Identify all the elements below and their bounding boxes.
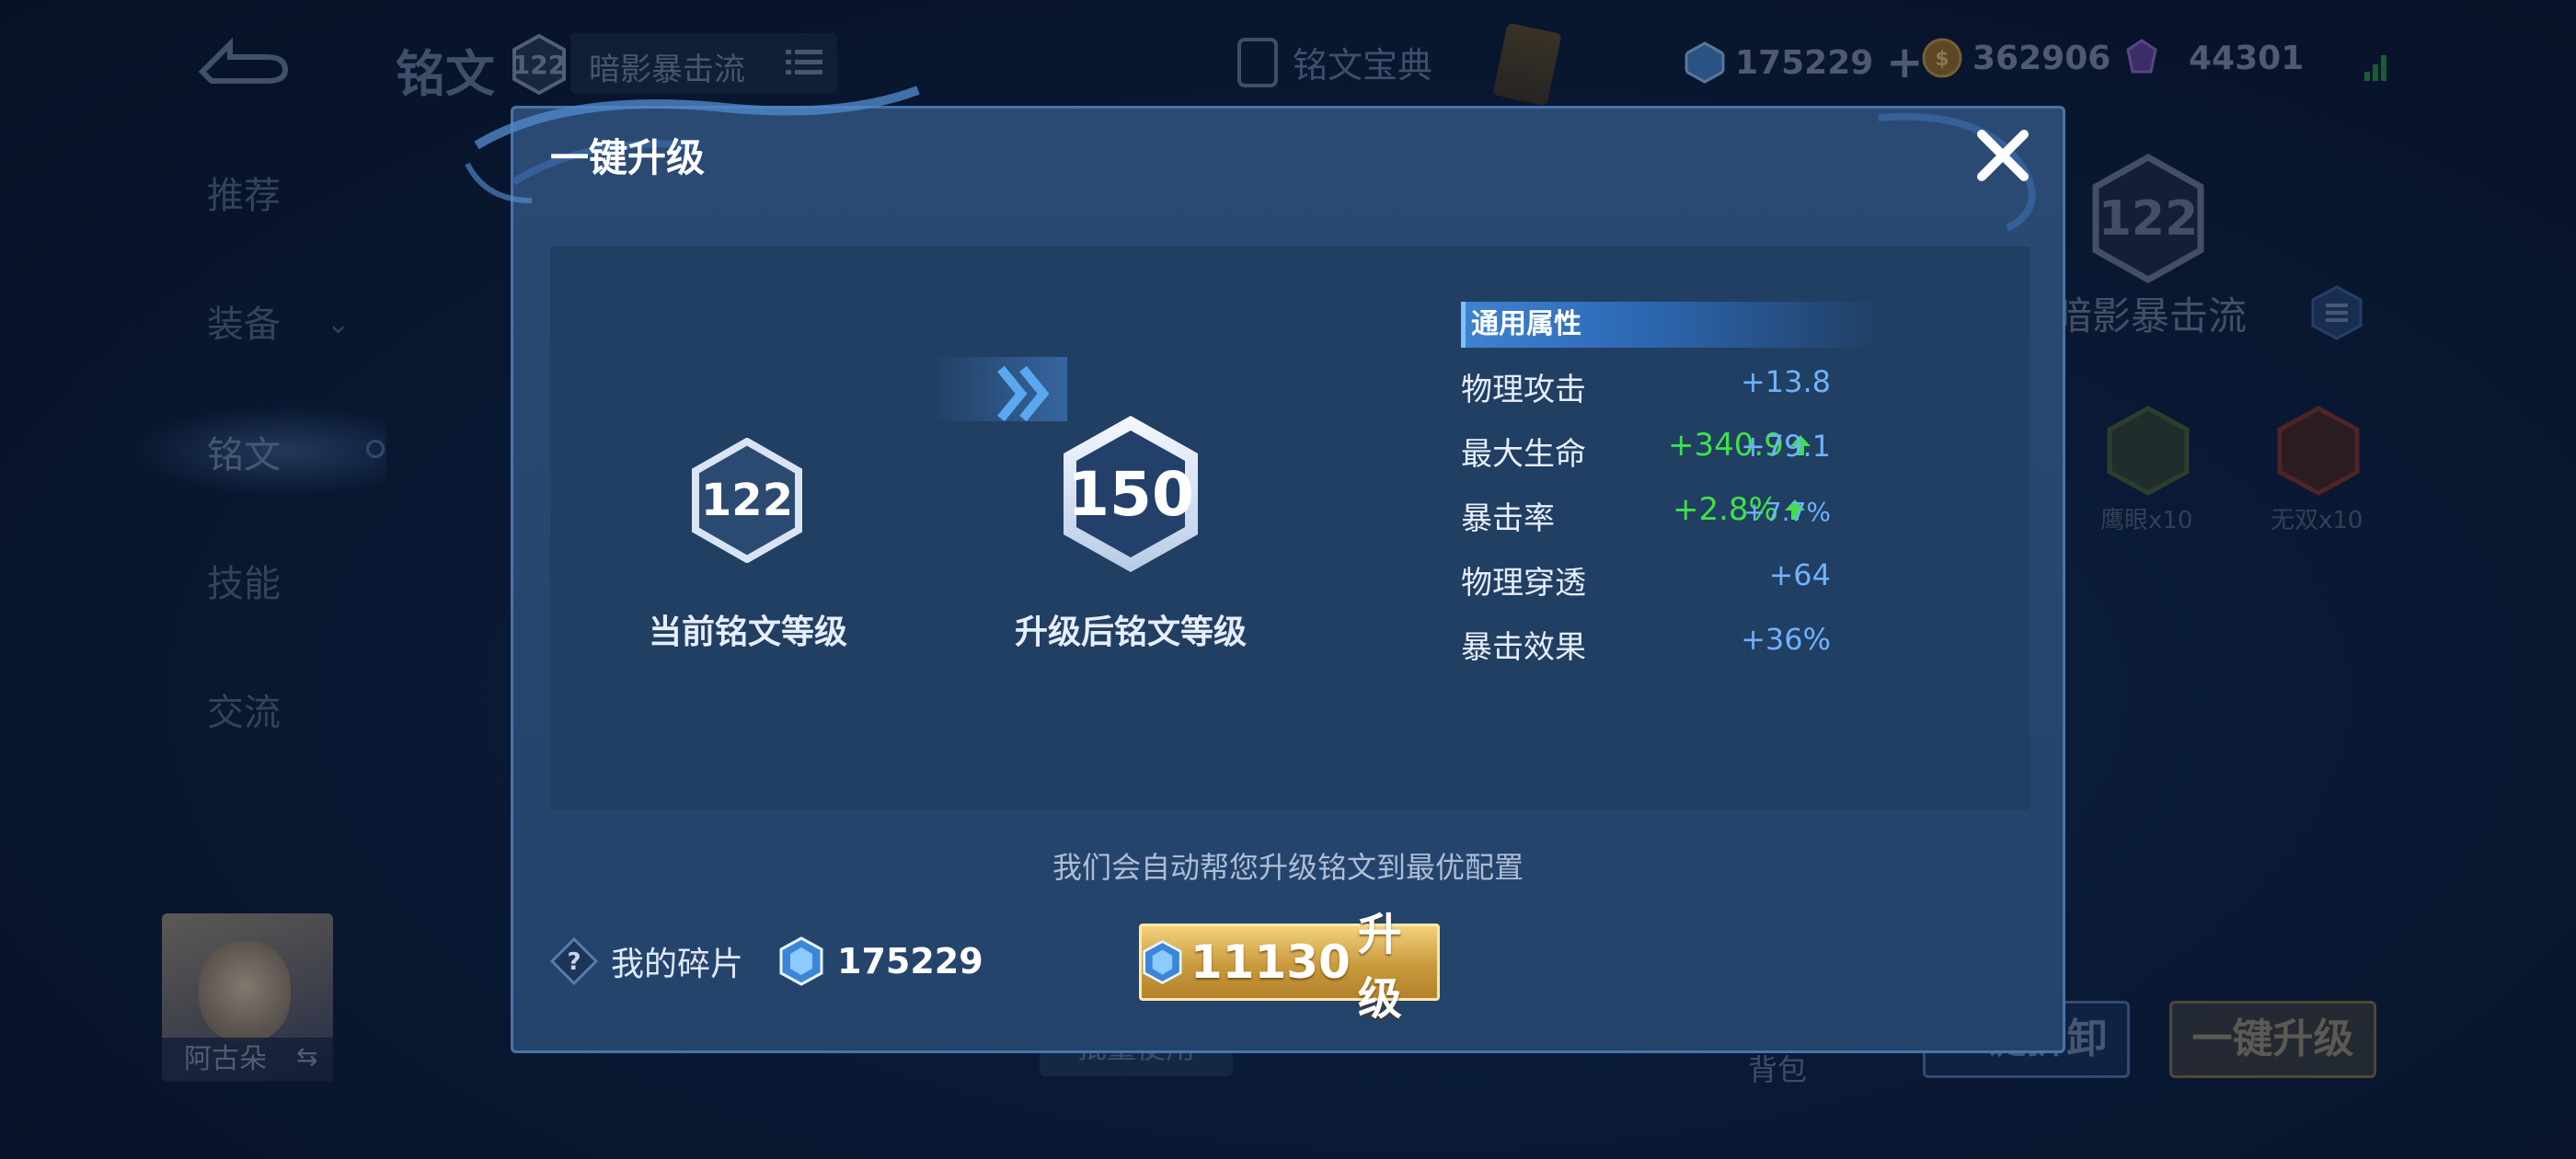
stat-value: +7.7% (1743, 497, 1831, 527)
current-level-number: 122 (700, 475, 794, 526)
current-level-badge: 122 (690, 437, 804, 564)
stat-value: +13.8 (1740, 364, 1831, 399)
shards-label: 我的碎片 (611, 946, 744, 983)
shards-value: 175229 (837, 941, 983, 981)
upgrade-dialog: 一键升级 122 当前铭文等级 150 升级后铭文等级 通用属性 物理攻击 +1… (465, 86, 2065, 1053)
stat-name: 最大生命 (1461, 436, 1586, 473)
stat-value: +79.1 (1740, 429, 1831, 464)
upgrade-cost: 11130 (1190, 935, 1351, 989)
stat-row: 暴击率 +2.8% +7.7% (1461, 489, 1976, 537)
next-level-label: 升级后铭文等级 (1014, 614, 1247, 651)
stat-name: 物理穿透 (1461, 565, 1586, 602)
next-level-number: 150 (1067, 458, 1194, 530)
upgrade-label: 升级 (1357, 909, 1402, 1025)
stat-name: 暴击率 (1461, 500, 1555, 537)
close-icon[interactable] (1971, 123, 2035, 188)
stat-row: 物理穿透 +64 (1461, 554, 1976, 602)
stat-row: 最大生命 +340.9 +79.1 (1461, 425, 1976, 473)
help-icon[interactable]: ? (550, 937, 598, 985)
stat-row: 物理攻击 +13.8 (1461, 361, 1976, 408)
stat-value: +64 (1768, 557, 1831, 592)
stats-header: 通用属性 (1461, 302, 1884, 348)
stat-value: +36% (1741, 622, 1831, 657)
upgrade-info-panel: 122 当前铭文等级 150 升级后铭文等级 通用属性 物理攻击 +13.8 最… (550, 247, 2030, 809)
crystal-icon (1143, 940, 1182, 984)
current-level-label: 当前铭文等级 (648, 614, 847, 651)
crystal-icon (779, 936, 823, 986)
dialog-title: 一键升级 (550, 135, 706, 180)
upgrade-button[interactable]: 11130 升级 (1139, 909, 1440, 1025)
auto-upgrade-note: 我们会自动帮您升级铭文到最优配置 (1052, 850, 1524, 885)
next-level-badge: 150 (1056, 410, 1205, 578)
decoration-swirl (1878, 112, 2036, 232)
shards-info: ? 我的碎片 175229 (550, 936, 983, 986)
svg-text:?: ? (567, 948, 581, 976)
double-chevron-right-icon (997, 365, 1050, 422)
stat-row: 暴击效果 +36% (1461, 618, 1976, 666)
stat-name: 物理攻击 (1461, 372, 1586, 408)
stat-name: 暴击效果 (1461, 629, 1586, 666)
